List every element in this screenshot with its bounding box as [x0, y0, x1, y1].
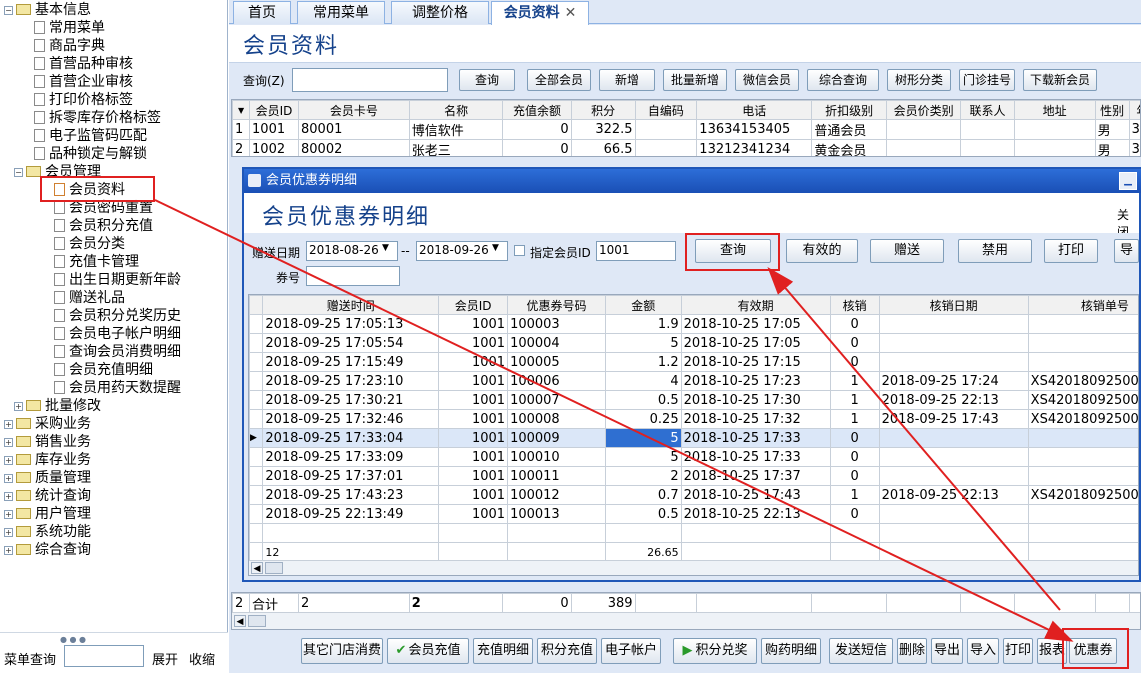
arrow-to-query-button: [767, 266, 1061, 611]
arrow-to-coupon-button: [154, 199, 1074, 642]
annotation-arrows: [154, 199, 1074, 642]
